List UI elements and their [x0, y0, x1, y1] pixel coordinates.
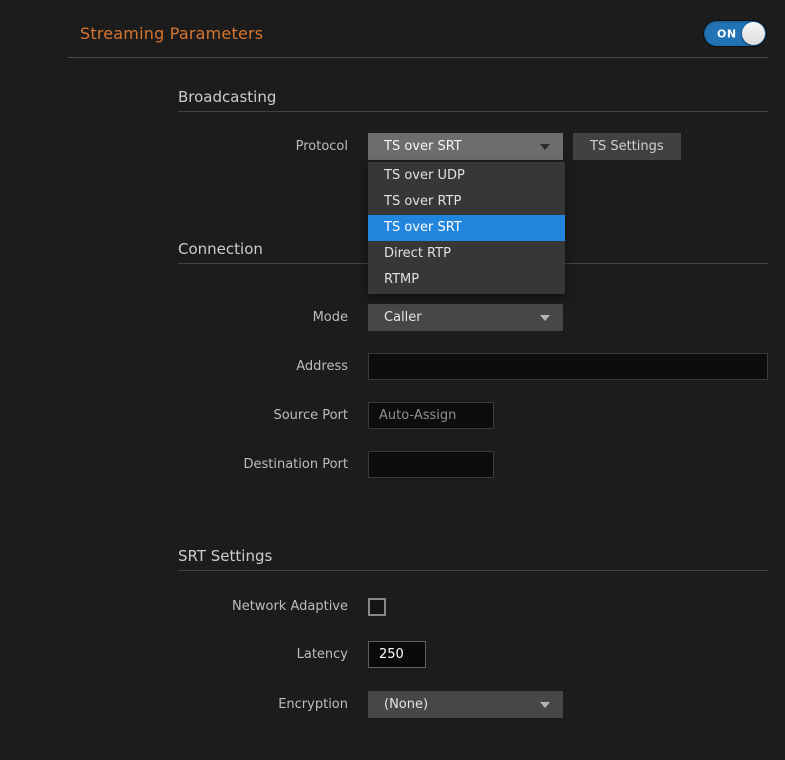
section-broadcasting: Broadcasting Protocol TS over SRT TS ove…	[178, 88, 768, 160]
source-port-input[interactable]	[368, 402, 494, 429]
protocol-dropdown-wrap: TS over SRT TS over UDP TS over RTP TS o…	[368, 133, 563, 160]
encryption-dropdown-value: (None)	[384, 697, 428, 712]
protocol-row: Protocol TS over SRT TS over UDP TS over…	[178, 133, 768, 160]
toggle-knob[interactable]	[742, 22, 765, 45]
protocol-dropdown-value: TS over SRT	[384, 139, 462, 154]
protocol-label: Protocol	[178, 139, 348, 154]
mode-dropdown[interactable]: Caller	[368, 304, 563, 331]
network-adaptive-label: Network Adaptive	[178, 599, 348, 614]
address-row: Address	[178, 353, 768, 380]
encryption-label: Encryption	[178, 697, 348, 712]
chevron-down-icon	[540, 144, 550, 150]
destination-port-input[interactable]	[368, 451, 494, 478]
srt-section-title: SRT Settings	[178, 547, 768, 571]
destination-port-row: Destination Port	[178, 451, 768, 478]
protocol-option-rtmp[interactable]: RTMP	[368, 267, 565, 293]
panel-header: Streaming Parameters ON	[0, 0, 785, 46]
destination-port-label: Destination Port	[178, 457, 348, 472]
source-port-label: Source Port	[178, 408, 348, 423]
page-title: Streaming Parameters	[80, 24, 263, 43]
broadcasting-section-title: Broadcasting	[178, 88, 768, 112]
chevron-down-icon	[540, 315, 550, 321]
section-srt-settings: SRT Settings Network Adaptive Latency En…	[178, 547, 768, 718]
network-adaptive-row: Network Adaptive	[178, 593, 768, 620]
network-adaptive-checkbox[interactable]	[368, 598, 386, 616]
encryption-dropdown[interactable]: (None)	[368, 691, 563, 718]
address-label: Address	[178, 359, 348, 374]
protocol-dropdown[interactable]: TS over SRT	[368, 133, 563, 160]
protocol-option-ts-over-udp[interactable]: TS over UDP	[368, 163, 565, 189]
protocol-option-ts-over-rtp[interactable]: TS over RTP	[368, 189, 565, 215]
protocol-option-ts-over-srt[interactable]: TS over SRT	[368, 215, 565, 241]
mode-dropdown-value: Caller	[384, 310, 422, 325]
chevron-down-icon	[540, 702, 550, 708]
latency-label: Latency	[178, 647, 348, 662]
source-port-row: Source Port	[178, 402, 768, 429]
mode-row: Mode Caller	[178, 304, 768, 331]
mode-label: Mode	[178, 310, 348, 325]
streaming-on-toggle[interactable]: ON	[704, 21, 766, 46]
protocol-option-direct-rtp[interactable]: Direct RTP	[368, 241, 565, 267]
latency-row: Latency	[178, 641, 768, 668]
header-divider	[68, 57, 768, 58]
encryption-row: Encryption (None)	[178, 691, 768, 718]
protocol-dropdown-menu: TS over UDP TS over RTP TS over SRT Dire…	[368, 162, 565, 294]
ts-settings-button[interactable]: TS Settings	[573, 133, 681, 160]
toggle-state-label: ON	[717, 27, 737, 40]
latency-input[interactable]	[368, 641, 426, 668]
address-input[interactable]	[368, 353, 768, 380]
